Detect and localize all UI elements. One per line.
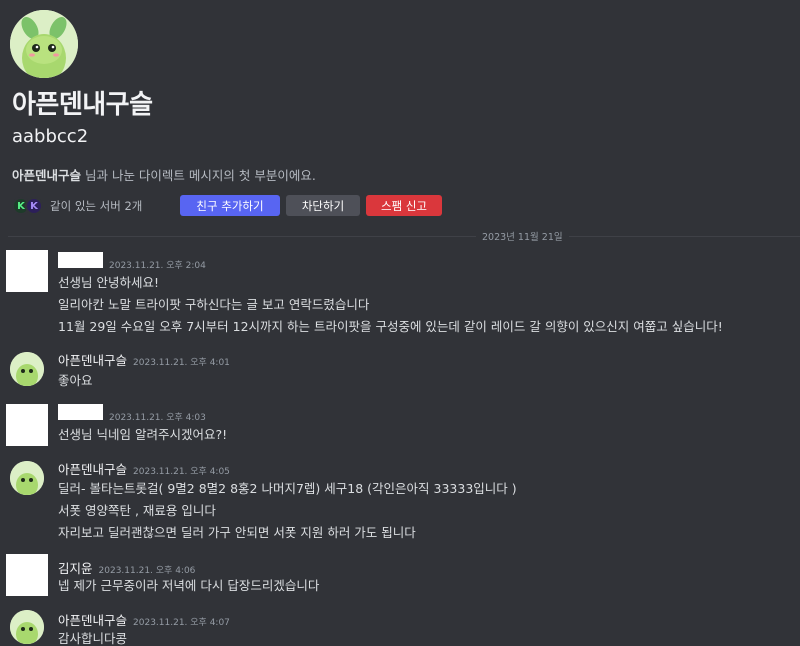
message-text: 11월 29일 수요일 오후 7시부터 12시까지 하는 트라이팟을 구성중에 … bbox=[58, 319, 723, 334]
message-header: 아픈덴내구슬 2023.11.21. 오후 4:05 bbox=[58, 459, 230, 478]
message-header: 2023.11.21. 오후 4:03 bbox=[58, 404, 206, 423]
message-text: 넵 제가 근무중이라 저녁에 다시 답장드리겠습니다 bbox=[58, 578, 320, 593]
mutual-servers-label: 같이 있는 서버 2개 bbox=[50, 199, 143, 213]
dm-intro-rest: 님과 나눈 다이렉트 메시지의 첫 부분이에요. bbox=[81, 168, 316, 183]
message-header: 2023.11.21. 오후 2:04 bbox=[58, 252, 206, 271]
server-k-purple-icon: K bbox=[25, 197, 43, 215]
message-text: 좋아요 bbox=[58, 373, 93, 388]
message-header: 아픈덴내구슬 2023.11.21. 오후 4:01 bbox=[58, 350, 230, 369]
avatar[interactable] bbox=[10, 352, 44, 386]
message-text: 서폿 영양쪽탄 , 재료용 입니다 bbox=[58, 503, 216, 518]
author-name[interactable]: 아픈덴내구슬 bbox=[58, 350, 127, 369]
message-text: 선생님 닉네임 알려주시겠어요?! bbox=[58, 427, 228, 442]
avatar[interactable] bbox=[10, 610, 44, 644]
message-timestamp: 2023.11.21. 오후 2:04 bbox=[109, 261, 206, 271]
avatar[interactable] bbox=[6, 554, 48, 596]
date-divider-label: 2023년 11월 21일 bbox=[476, 229, 569, 243]
add-friend-button[interactable]: 친구 추가하기 bbox=[180, 195, 280, 216]
avatar[interactable] bbox=[6, 404, 48, 446]
message-text: 딜러- 볼타는트롯걸( 9멸2 8멸2 8홍2 나머지7렙) 세구18 (각인은… bbox=[58, 481, 517, 496]
profile-avatar[interactable] bbox=[10, 10, 78, 78]
date-divider bbox=[8, 236, 800, 237]
profile-display-name: 아픈덴내구슬 bbox=[12, 90, 153, 120]
message-text: 감사합니다콩 bbox=[58, 631, 128, 646]
dm-channel: 아픈덴내구슬 aabbcc2 아픈덴내구슬 님과 나눈 다이렉트 메시지의 첫 … bbox=[0, 0, 800, 646]
message-timestamp: 2023.11.21. 오후 4:07 bbox=[133, 618, 230, 628]
message-timestamp: 2023.11.21. 오후 4:01 bbox=[133, 358, 230, 368]
author-name[interactable]: 아픈덴내구슬 bbox=[58, 459, 127, 478]
message-timestamp: 2023.11.21. 오후 4:05 bbox=[133, 467, 230, 477]
author-name[interactable]: 아픈덴내구슬 bbox=[58, 610, 127, 629]
message-text: 선생님 안녕하세요! bbox=[58, 275, 159, 290]
mutual-servers[interactable]: K K 같이 있는 서버 2개 bbox=[12, 196, 142, 216]
avatar[interactable] bbox=[6, 250, 48, 292]
message-text: 자리보고 딜러괜찮으면 딜러 가구 안되면 서폿 지원 하러 가도 됩니다 bbox=[58, 525, 416, 540]
report-spam-button[interactable]: 스팸 신고 bbox=[366, 195, 442, 216]
message-header: 아픈덴내구슬 2023.11.21. 오후 4:07 bbox=[58, 610, 230, 629]
block-button[interactable]: 차단하기 bbox=[286, 195, 360, 216]
message-timestamp: 2023.11.21. 오후 4:03 bbox=[109, 413, 206, 423]
avatar[interactable] bbox=[10, 461, 44, 495]
message-text: 일리아칸 노말 트라이팟 구하신다는 글 보고 연락드렸습니다 bbox=[58, 297, 370, 312]
profile-username: aabbcc2 bbox=[12, 126, 89, 147]
dm-intro-text: 아픈덴내구슬 님과 나눈 다이렉트 메시지의 첫 부분이에요. bbox=[12, 165, 316, 184]
dm-intro-name: 아픈덴내구슬 bbox=[12, 168, 82, 183]
author-name[interactable] bbox=[58, 404, 103, 420]
author-name[interactable] bbox=[58, 252, 103, 268]
